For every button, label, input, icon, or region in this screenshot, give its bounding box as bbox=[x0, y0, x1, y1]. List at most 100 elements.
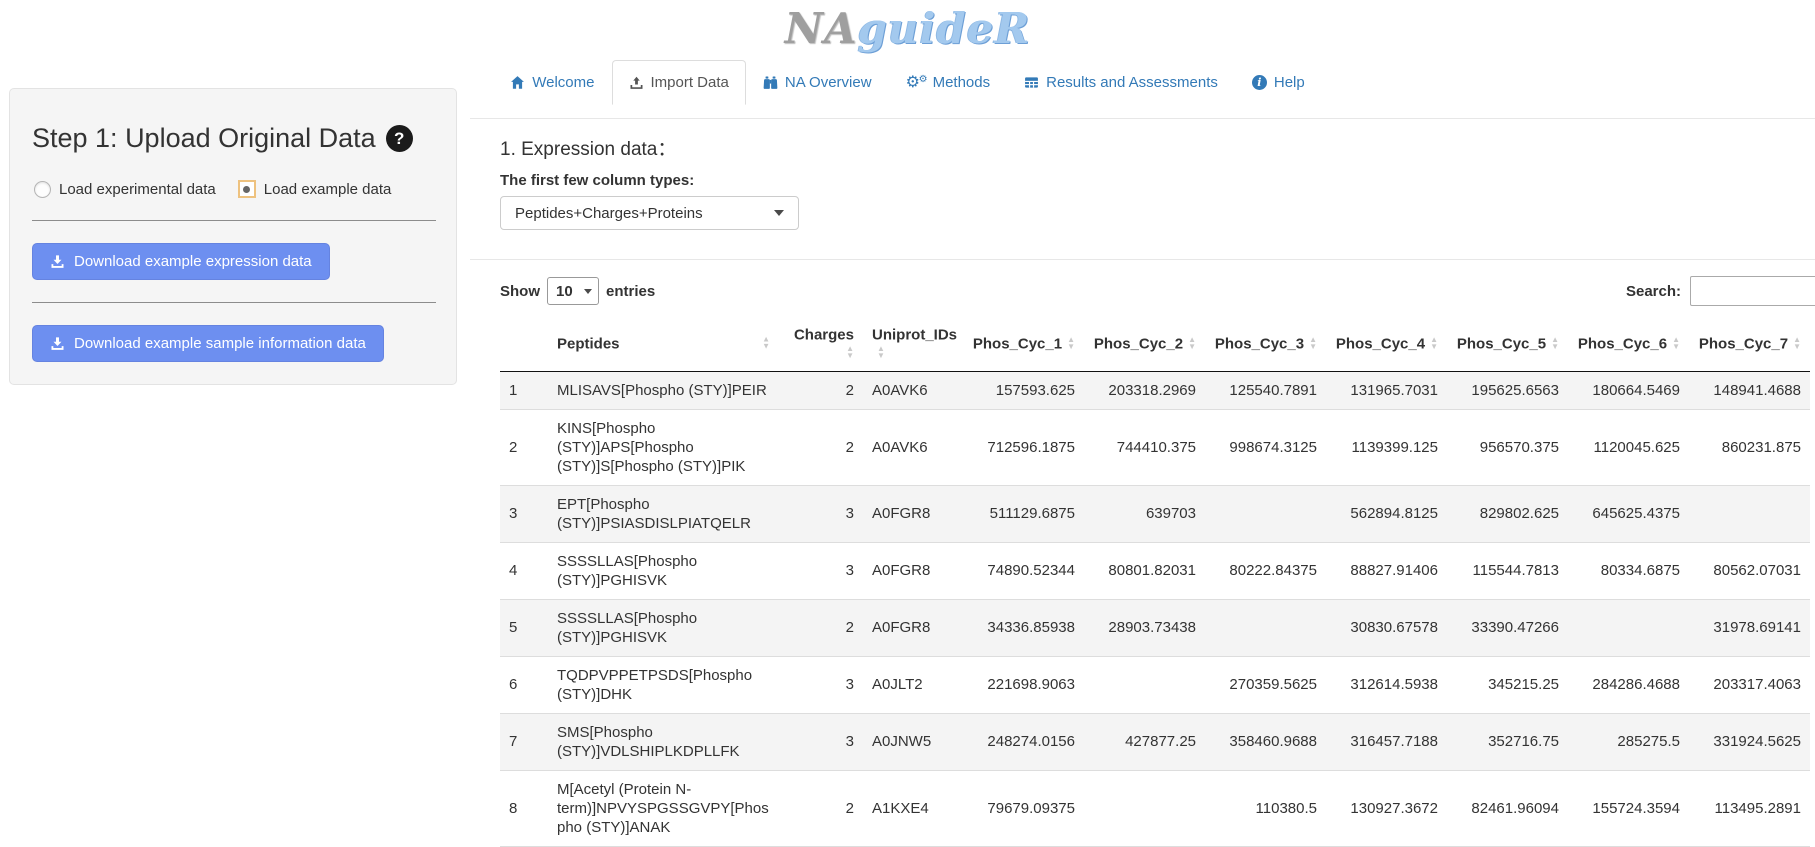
table-row[interactable]: 7SMS[Phospho (STY)]VDLSHIPLKDPLLFK3A0JNW… bbox=[500, 713, 1810, 770]
table-cell: 562894.8125 bbox=[1326, 485, 1447, 542]
divider bbox=[470, 118, 1815, 119]
table-cell: 33390.47266 bbox=[1447, 599, 1568, 656]
table-cell: 1139399.125 bbox=[1326, 409, 1447, 485]
table-cell: 221698.9063 bbox=[963, 656, 1084, 713]
radio-label: Load example data bbox=[264, 181, 392, 198]
row-index-cell: 8 bbox=[500, 770, 548, 846]
table-cell: 860231.875 bbox=[1689, 409, 1810, 485]
column-header-phos_cyc_5[interactable]: Phos_Cyc_5 bbox=[1447, 316, 1568, 371]
column-header-label: Phos_Cyc_2 bbox=[1094, 335, 1183, 352]
column-header-phos_cyc_1[interactable]: Phos_Cyc_1 bbox=[963, 316, 1084, 371]
radio-load-example-data[interactable]: Load example data bbox=[238, 180, 392, 198]
column-header-peptides[interactable]: Peptides bbox=[548, 316, 778, 371]
table-cell: A0FGR8 bbox=[863, 599, 963, 656]
column-types-value: Peptides+Charges+Proteins bbox=[515, 205, 703, 222]
app-logo: NAguideR bbox=[785, 6, 1031, 52]
table-cell: 744410.375 bbox=[1084, 409, 1205, 485]
search-label: Search: bbox=[1626, 283, 1681, 300]
column-header-uniprot_ids[interactable]: Uniprot_IDs bbox=[863, 316, 963, 371]
question-circle-icon[interactable] bbox=[386, 125, 413, 152]
table-row[interactable]: 8M[Acetyl (Protein N-term)]NPVYSPGSSGVPY… bbox=[500, 770, 1810, 846]
table-cell: 2 bbox=[778, 770, 863, 846]
sort-icon bbox=[1793, 337, 1801, 350]
search-input[interactable] bbox=[1690, 276, 1815, 306]
radio-label: Load experimental data bbox=[59, 181, 216, 198]
table-cell: A0JNW5 bbox=[863, 713, 963, 770]
sort-icon bbox=[877, 346, 885, 359]
column-header-phos_cyc_3[interactable]: Phos_Cyc_3 bbox=[1205, 316, 1326, 371]
table-cell: 1120045.625 bbox=[1568, 409, 1689, 485]
table-cell: 3 bbox=[778, 485, 863, 542]
column-header-label: Phos_Cyc_5 bbox=[1457, 335, 1546, 352]
column-header-phos_cyc_4[interactable]: Phos_Cyc_4 bbox=[1326, 316, 1447, 371]
table-cell: 82461.96094 bbox=[1447, 770, 1568, 846]
column-types-dropdown[interactable]: Peptides+Charges+Proteins bbox=[500, 196, 799, 230]
table-cell: 28903.73438 bbox=[1084, 599, 1205, 656]
table-cell: 712596.1875 bbox=[963, 409, 1084, 485]
table-cell: 79679.09375 bbox=[963, 770, 1084, 846]
table-cell: 998674.3125 bbox=[1205, 409, 1326, 485]
table-row[interactable]: 2KINS[Phospho (STY)]APS[Phospho (STY)]S[… bbox=[500, 409, 1810, 485]
table-cell bbox=[1689, 485, 1810, 542]
table-row[interactable]: 5SSSSLLAS[Phospho (STY)]PGHISVK2A0FGR834… bbox=[500, 599, 1810, 656]
column-header-charges[interactable]: Charges bbox=[778, 316, 863, 371]
table-cell: 34336.85938 bbox=[963, 599, 1084, 656]
table-cell bbox=[1205, 599, 1326, 656]
table-cell: 125540.7891 bbox=[1205, 371, 1326, 409]
table-cell: 427877.25 bbox=[1084, 713, 1205, 770]
divider bbox=[32, 220, 436, 221]
entries-label: entries bbox=[606, 283, 655, 300]
sort-icon bbox=[1067, 337, 1075, 350]
divider bbox=[32, 302, 436, 303]
sort-icon bbox=[1430, 337, 1438, 350]
table-row[interactable]: 6TQDPVPPETPSDS[Phospho (STY)]DHK3A0JLT22… bbox=[500, 656, 1810, 713]
table-cell: 180664.5469 bbox=[1568, 371, 1689, 409]
radio-selected-icon[interactable] bbox=[238, 180, 256, 198]
column-header-phos_cyc_7[interactable]: Phos_Cyc_7 bbox=[1689, 316, 1810, 371]
table-cell: 829802.625 bbox=[1447, 485, 1568, 542]
table-cell: A1KXE4 bbox=[863, 770, 963, 846]
sort-icon bbox=[1188, 337, 1196, 350]
table-cell: SSSSLLAS[Phospho (STY)]PGHISVK bbox=[548, 599, 778, 656]
table-row[interactable]: 1MLISAVS[Phospho (STY)]PEIR2A0AVK6157593… bbox=[500, 371, 1810, 409]
column-header-index[interactable] bbox=[500, 316, 548, 371]
table-cell: 80801.82031 bbox=[1084, 542, 1205, 599]
upload-panel: Step 1: Upload Original Data Load experi… bbox=[9, 88, 457, 385]
table-cell: 131965.7031 bbox=[1326, 371, 1447, 409]
panel-title-text: Step 1: Upload Original Data bbox=[32, 123, 376, 154]
app-logo-blue: guideR bbox=[858, 4, 1031, 53]
download-example-sample-info-button[interactable]: Download example sample information data bbox=[32, 325, 384, 362]
table-cell: 2 bbox=[778, 599, 863, 656]
table-cell: 3 bbox=[778, 542, 863, 599]
button-label: Download example expression data bbox=[74, 253, 312, 270]
download-example-expression-button[interactable]: Download example expression data bbox=[32, 243, 330, 280]
section-title: 1. Expression data： bbox=[500, 134, 1815, 161]
divider bbox=[470, 259, 1815, 260]
button-label: Download example sample information data bbox=[74, 335, 366, 352]
radio-load-experimental-data[interactable]: Load experimental data bbox=[34, 181, 216, 198]
table-cell bbox=[1205, 485, 1326, 542]
table-cell bbox=[1084, 770, 1205, 846]
column-header-phos_cyc_6[interactable]: Phos_Cyc_6 bbox=[1568, 316, 1689, 371]
column-header-label: Charges bbox=[794, 327, 854, 344]
row-index-cell: 7 bbox=[500, 713, 548, 770]
entries-select[interactable]: 10 bbox=[547, 277, 599, 305]
radio-icon[interactable] bbox=[34, 181, 51, 198]
table-cell: 203317.4063 bbox=[1689, 656, 1810, 713]
sort-icon bbox=[846, 346, 854, 359]
column-header-label: Phos_Cyc_3 bbox=[1215, 335, 1304, 352]
column-header-label: Phos_Cyc_7 bbox=[1699, 335, 1788, 352]
column-header-label: Phos_Cyc_4 bbox=[1336, 335, 1425, 352]
expression-data-table: Peptides Charges Uniprot_IDsPhos_Cyc_1 Phos… bbox=[500, 316, 1810, 847]
table-cell: 80562.07031 bbox=[1689, 542, 1810, 599]
table-cell: 312614.5938 bbox=[1326, 656, 1447, 713]
table-cell: 110380.5 bbox=[1205, 770, 1326, 846]
table-cell: MLISAVS[Phospho (STY)]PEIR bbox=[548, 371, 778, 409]
table-row[interactable]: 3EPT[Phospho (STY)]PSIASDISLPIATQELR3A0F… bbox=[500, 485, 1810, 542]
table-body: 1MLISAVS[Phospho (STY)]PEIR2A0AVK6157593… bbox=[500, 371, 1810, 846]
table-cell: EPT[Phospho (STY)]PSIASDISLPIATQELR bbox=[548, 485, 778, 542]
column-header-phos_cyc_2[interactable]: Phos_Cyc_2 bbox=[1084, 316, 1205, 371]
table-row[interactable]: 4SSSSLLAS[Phospho (STY)]PGHISVK3A0FGR874… bbox=[500, 542, 1810, 599]
table-cell: TQDPVPPETPSDS[Phospho (STY)]DHK bbox=[548, 656, 778, 713]
download-icon bbox=[50, 336, 65, 351]
